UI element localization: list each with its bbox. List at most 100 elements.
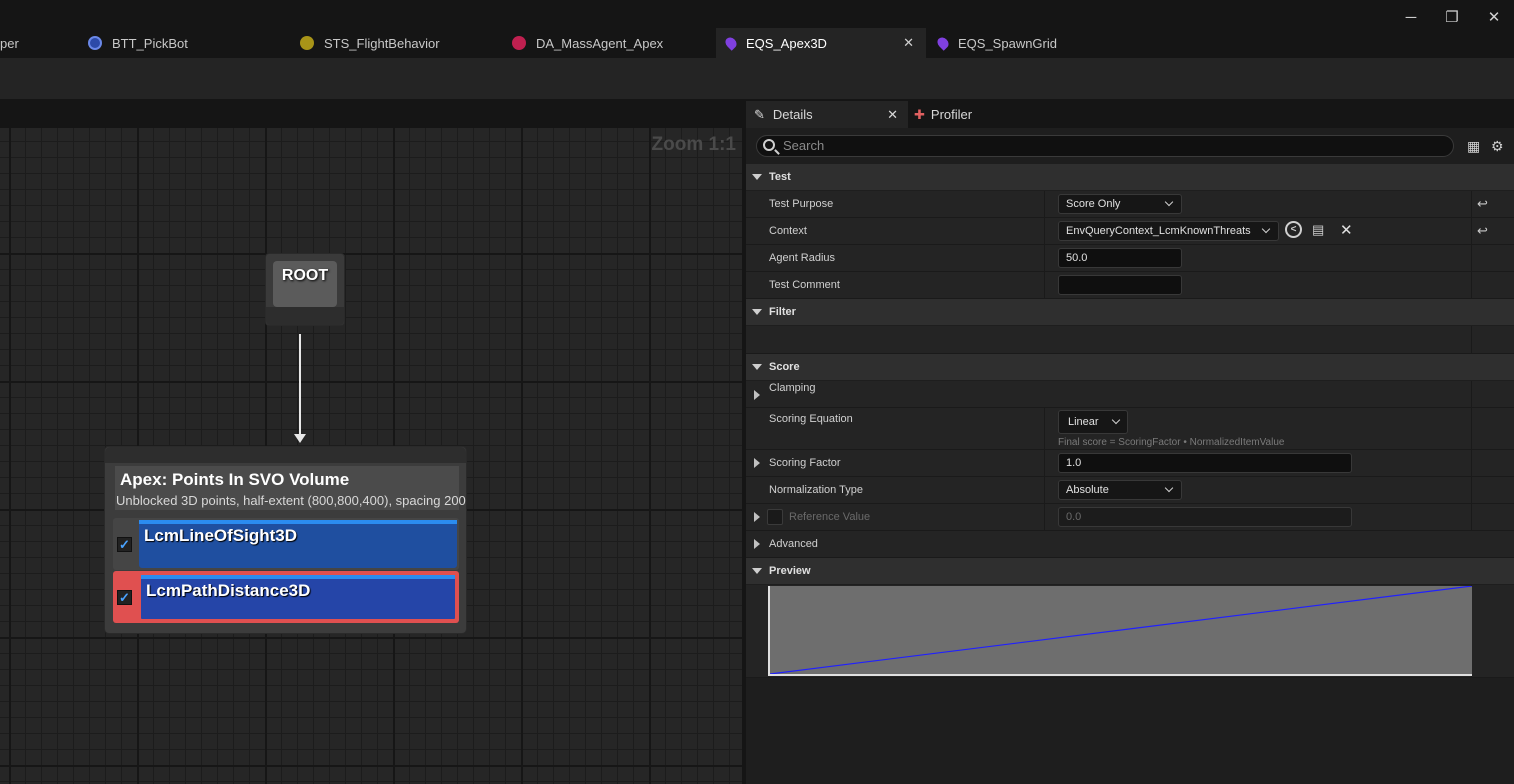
tab-sts-flightbehavior[interactable]: STS_FlightBehavior xyxy=(300,28,496,58)
close-window-button[interactable]: ✕ xyxy=(1479,4,1509,30)
tab-btt-pickbot[interactable]: BTT_PickBot xyxy=(88,28,284,58)
column-divider xyxy=(1044,477,1045,503)
expand-arrow-icon[interactable] xyxy=(754,458,760,468)
state-tree-icon xyxy=(300,36,314,50)
preview-curve xyxy=(770,586,1472,674)
generator-title: Apex: Points In SVO Volume xyxy=(120,470,350,489)
root-output-pin[interactable] xyxy=(266,307,344,325)
reset-to-default-icon[interactable]: ↩ xyxy=(1477,196,1488,212)
generator-input-pin[interactable] xyxy=(105,447,466,463)
property-label: Scoring Equation xyxy=(769,413,853,425)
scoring-factor-input[interactable]: 1.0 xyxy=(1058,453,1352,473)
minimize-button[interactable]: ─ xyxy=(1396,4,1426,30)
scoring-equation-hint: Final score = ScoringFactor • Normalized… xyxy=(1058,437,1285,448)
expand-arrow-icon[interactable] xyxy=(754,512,760,522)
property-clamping[interactable]: Clamping xyxy=(746,381,1514,408)
score-preview-graph xyxy=(768,586,1472,676)
search-icon xyxy=(763,139,775,151)
column-divider xyxy=(1044,218,1045,244)
test-node-pathdistance[interactable]: ✓ LcmPathDistance3D xyxy=(113,571,459,623)
tab-da-massagent-apex[interactable]: DA_MassAgent_Apex xyxy=(512,28,708,58)
wire-arrow-icon xyxy=(294,434,306,443)
details-panel: Search ▦ ⚙ Test Test Purpose Score Only … xyxy=(746,128,1514,784)
tab-label: DA_MassAgent_Apex xyxy=(536,35,664,51)
clear-icon[interactable]: ✕ xyxy=(1340,221,1353,239)
dropdown-value: EnvQueryContext_LcmKnownThreats xyxy=(1066,225,1251,237)
eqs-graph-canvas[interactable]: Zoom 1:1 ROOT Apex: Points In SVO Volume… xyxy=(0,128,742,784)
property-label: Test Comment xyxy=(769,279,840,291)
dropdown-value: Absolute xyxy=(1066,484,1109,496)
test-body[interactable]: LcmPathDistance3D xyxy=(139,573,457,621)
tab-eqs-apex3d[interactable]: EQS_Apex3D ✕ xyxy=(716,28,926,58)
property-scoring-factor: Scoring Factor 1.0 xyxy=(746,450,1514,477)
chevron-down-icon xyxy=(1261,224,1271,234)
behavior-tree-task-icon xyxy=(88,36,102,50)
zoom-indicator: Zoom 1:1 xyxy=(651,134,736,155)
tab-cut-off[interactable]: per xyxy=(0,28,40,58)
tab-label: Details xyxy=(772,107,813,122)
close-tab-icon[interactable]: ✕ xyxy=(903,35,914,51)
property-context: Context EnvQueryContext_LcmKnownThreats … xyxy=(746,218,1514,245)
graph-header xyxy=(0,99,746,128)
column-divider xyxy=(1044,191,1045,217)
maximize-button[interactable]: ❐ xyxy=(1437,4,1467,30)
search-input[interactable]: Search xyxy=(756,135,1454,157)
close-tab-icon[interactable]: ✕ xyxy=(887,107,898,123)
test-accent-bar xyxy=(139,520,457,524)
tab-eqs-spawngrid[interactable]: EQS_SpawnGrid xyxy=(935,28,1134,58)
tab-details[interactable]: ✎ Details ✕ xyxy=(746,101,908,128)
expand-arrow-icon[interactable] xyxy=(754,539,760,549)
data-asset-icon xyxy=(512,36,526,50)
category-score[interactable]: Score xyxy=(746,354,1514,380)
column-divider xyxy=(1471,218,1472,244)
column-divider xyxy=(1471,477,1472,503)
gear-icon[interactable]: ⚙ xyxy=(1491,138,1504,155)
column-divider xyxy=(1471,272,1472,298)
test-label: LcmPathDistance3D xyxy=(146,581,311,600)
normalization-type-dropdown[interactable]: Absolute xyxy=(1058,480,1182,500)
expand-arrow-icon[interactable] xyxy=(754,390,760,400)
property-label: Reference Value xyxy=(789,511,871,523)
reset-to-default-icon[interactable]: ↩ xyxy=(1477,223,1488,239)
tab-label: BTT_PickBot xyxy=(112,35,188,51)
generator-title-box: Apex: Points In SVO Volume Unblocked 3D … xyxy=(115,466,466,510)
category-test[interactable]: Test xyxy=(746,164,1514,190)
chevron-down-icon xyxy=(1111,415,1121,425)
filter-empty-row xyxy=(746,326,1514,354)
root-node[interactable]: ROOT xyxy=(265,253,345,326)
use-selected-icon[interactable]: < xyxy=(1285,221,1302,238)
test-enabled-checkbox[interactable]: ✓ xyxy=(117,537,132,552)
reference-value-checkbox[interactable] xyxy=(767,509,783,525)
scoring-equation-dropdown[interactable]: Linear xyxy=(1058,410,1128,434)
column-divider xyxy=(1471,408,1472,449)
column-divider xyxy=(1471,381,1472,407)
collapse-icon xyxy=(752,309,762,315)
connection-wire xyxy=(299,334,301,438)
column-divider xyxy=(1044,504,1045,530)
agent-radius-input[interactable]: 50.0 xyxy=(1058,248,1182,268)
table-view-icon[interactable]: ▦ xyxy=(1467,138,1480,155)
chevron-down-icon xyxy=(1164,197,1174,207)
tab-label: STS_FlightBehavior xyxy=(324,35,440,51)
test-comment-input[interactable] xyxy=(1058,275,1182,295)
collapse-icon xyxy=(752,174,762,180)
category-filter[interactable]: Filter xyxy=(746,299,1514,325)
column-divider xyxy=(1044,245,1045,271)
test-purpose-dropdown[interactable]: Score Only xyxy=(1058,194,1182,214)
category-advanced[interactable]: Advanced xyxy=(746,531,1514,558)
context-dropdown[interactable]: EnvQueryContext_LcmKnownThreats xyxy=(1058,221,1279,241)
property-test-purpose: Test Purpose Score Only ↩ xyxy=(746,191,1514,218)
column-divider xyxy=(1044,272,1045,298)
tab-profiler[interactable]: ✚ Profiler xyxy=(912,101,972,128)
generator-node[interactable]: Apex: Points In SVO Volume Unblocked 3D … xyxy=(104,446,467,634)
test-enabled-checkbox[interactable]: ✓ xyxy=(117,590,132,605)
test-node-lineofsight[interactable]: ✓ LcmLineOfSight3D xyxy=(113,518,459,570)
collapse-icon xyxy=(752,568,762,574)
browse-folder-icon[interactable]: ▤ xyxy=(1312,222,1324,238)
property-label: Test Purpose xyxy=(769,198,834,210)
test-body[interactable]: LcmLineOfSight3D xyxy=(139,520,457,568)
profiler-icon: ✚ xyxy=(914,106,925,122)
reference-value-input[interactable]: 0.0 xyxy=(1058,507,1352,527)
property-label: Advanced xyxy=(769,538,818,550)
category-preview[interactable]: Preview xyxy=(746,558,1514,584)
